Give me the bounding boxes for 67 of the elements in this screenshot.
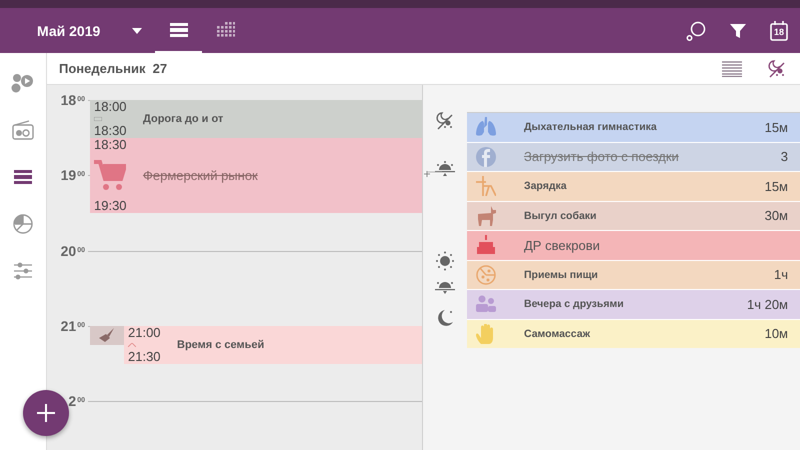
circles-icon [11,71,35,95]
task-name: Приемы пищи [524,268,599,281]
event-block[interactable]: 21:00 21:30 Время с семьей [124,326,422,364]
dog-icon [476,206,496,226]
people-icon [476,294,496,314]
event-block[interactable]: 18:30 19:30 Фермерский рынок [90,138,422,213]
calendar-icon [770,20,788,40]
list-view-icon [170,22,188,36]
plus-icon [37,404,55,422]
cart-icon [94,159,126,192]
calendar-button[interactable]: 18 [770,20,788,40]
task-name: Зарядка [524,180,568,192]
task-row[interactable]: Приемы пищи 1ч [467,260,800,289]
sunset-icon [435,279,455,295]
filter-icon[interactable] [730,22,746,38]
exercise-icon [476,176,496,196]
moon-icon [437,309,454,327]
day-title: Понедельник 27 [59,61,168,76]
task-duration: 10м [764,326,788,342]
grid-view-icon [216,22,235,37]
cake-icon [476,235,496,256]
task-duration: 1ч 20м [746,296,788,312]
sunrise-icon [435,161,455,177]
task-duration: 1ч [774,267,788,282]
start-time: 18:30 [94,138,127,152]
end-time: 21:30 [128,350,161,364]
moon-slash-icon [436,112,454,130]
month-title[interactable]: Май 2019 [37,22,100,38]
event-block[interactable]: 18:00 18:30 Дорога до и от [90,100,422,138]
task-row[interactable]: Дыхательная гимнастика 15м [467,113,800,142]
task-row[interactable]: Самомассаж 10м [467,320,800,348]
facebook-icon [476,146,496,167]
lungs-icon [476,117,496,138]
pizza-icon [476,264,496,285]
task-duration: 15м [764,120,788,135]
moon-slash-icon[interactable] [768,60,786,78]
event-title: Дорога до и от [143,112,224,125]
pie-chart-icon [11,212,35,236]
task-name: Дыхательная гимнастика [524,121,658,134]
radio-icon [11,118,35,142]
start-time: 18:00 [94,100,127,114]
task-row[interactable]: Загрузить фото с поездки 3 [467,142,800,171]
task-row[interactable]: Выгул собаки 30м [467,202,800,230]
task-duration: 3 [780,149,788,164]
task-name: Загрузить фото с поездки [524,149,680,164]
task-name: Выгул собаки [524,210,598,222]
event-title: Фермерский рынок [143,168,258,183]
search-icon[interactable] [686,20,706,40]
task-row[interactable]: ДР свекрови [467,231,800,260]
task-name: ДР свекрови [524,238,601,253]
dropdown-caret-icon[interactable] [132,28,142,34]
end-time: 18:30 [94,124,127,138]
hand-icon [476,324,496,344]
event-title: Время с семьей [177,338,264,351]
lines-icon[interactable] [722,60,742,76]
task-row[interactable]: Вечера с друзьями 1ч 20м [467,290,800,318]
task-name: Самомассаж [524,328,592,340]
broom-icon [99,328,115,342]
calendar-day: 18 [770,26,788,36]
task-row[interactable]: Зарядка 15м [467,172,800,200]
task-name: Вечера с друзьями [524,298,625,310]
task-duration: 30м [764,208,788,224]
sun-icon [435,251,455,271]
add-marker-icon [424,171,442,179]
task-duration: 15м [764,178,788,194]
start-time: 21:00 [128,326,161,340]
end-time: 19:30 [94,198,127,213]
